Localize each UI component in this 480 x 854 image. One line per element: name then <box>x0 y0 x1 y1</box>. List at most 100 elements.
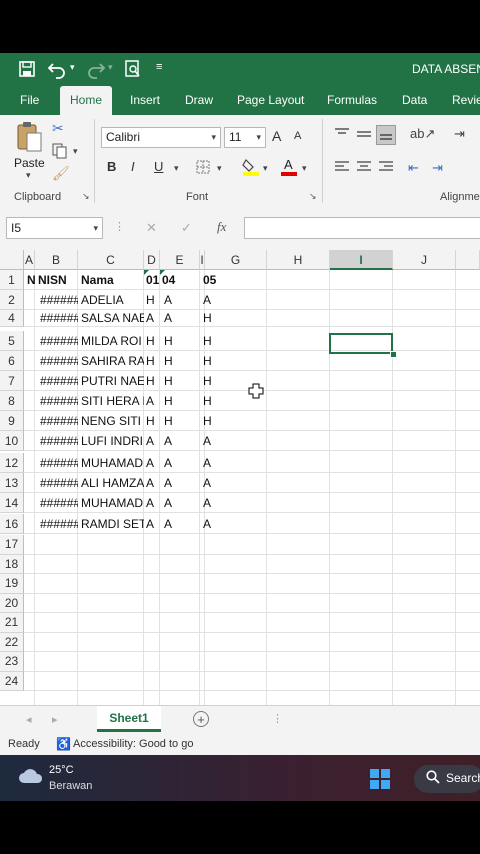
cell-day-04[interactable]: A <box>160 291 200 310</box>
chevron-down-icon[interactable]: ▾ <box>93 218 98 238</box>
font-size-combo[interactable]: 11 ▾ <box>224 127 266 148</box>
format-painter-icon[interactable]: 🖌 <box>52 165 70 182</box>
cell-day-04[interactable]: A <box>160 432 200 451</box>
column-header-g[interactable]: G <box>205 250 267 270</box>
shrink-font-icon[interactable]: A <box>294 130 301 142</box>
tab-data[interactable]: Data <box>402 86 427 115</box>
tab-formulas[interactable]: Formulas <box>327 86 377 115</box>
tab-page-layout[interactable]: Page Layout <box>237 86 304 115</box>
align-left-icon[interactable] <box>334 160 350 174</box>
sheet-options-icon[interactable]: ⋮ <box>272 712 283 725</box>
next-sheet-icon[interactable]: ▸ <box>52 713 58 726</box>
align-center-icon[interactable] <box>356 160 372 174</box>
tab-review[interactable]: Revie <box>452 86 480 115</box>
wrap-text-icon[interactable]: ⇥ <box>454 126 465 142</box>
cell-day-04[interactable]: A <box>160 311 200 327</box>
cell-nisn[interactable]: ###### <box>35 291 78 310</box>
weather-temp[interactable]: 25°C <box>49 764 74 776</box>
row-header[interactable]: 18 <box>0 554 24 574</box>
cell-nisn[interactable]: ###### <box>35 432 78 451</box>
cell-nisn[interactable]: ###### <box>35 352 78 371</box>
redo-icon[interactable] <box>86 59 106 79</box>
taskbar-search-box[interactable]: Search <box>414 765 480 793</box>
save-icon[interactable] <box>18 60 36 78</box>
underline-button[interactable]: U <box>154 159 163 174</box>
cell-nisn[interactable]: ###### <box>35 412 78 431</box>
enter-entry-icon[interactable]: ✓ <box>181 220 192 236</box>
decrease-indent-icon[interactable]: ⇤ <box>408 160 419 176</box>
prev-sheet-icon[interactable]: ◂ <box>26 713 32 726</box>
grow-font-icon[interactable]: A <box>272 128 281 144</box>
tab-draw[interactable]: Draw <box>185 86 213 115</box>
tab-home[interactable]: Home <box>60 86 113 115</box>
font-launcher-icon[interactable]: ↘ <box>309 191 317 202</box>
cell-nisn[interactable]: ###### <box>35 494 78 513</box>
insert-function-icon[interactable]: fx <box>217 219 226 235</box>
row-header[interactable]: 10 <box>0 431 24 451</box>
cell-day-05[interactable]: A <box>200 474 260 493</box>
cell-day-05[interactable]: A <box>200 291 260 310</box>
row-header[interactable]: 13 <box>0 473 24 493</box>
cell-day-04[interactable]: H <box>160 412 200 431</box>
column-header-i[interactable]: I <box>330 250 393 270</box>
cell-day-01[interactable]: H <box>144 372 160 391</box>
cell-day-01[interactable]: A <box>144 311 160 327</box>
header-day-04[interactable]: 04 <box>160 271 200 289</box>
weather-desc[interactable]: Berawan <box>49 780 92 792</box>
row-header[interactable]: 5 <box>0 331 24 351</box>
cancel-entry-icon[interactable]: ✕ <box>146 220 157 236</box>
column-header-d[interactable]: D <box>144 250 160 270</box>
row-header[interactable]: 16 <box>0 514 24 534</box>
cell-nama[interactable]: SITI HERA I <box>78 392 144 411</box>
column-header-j[interactable]: J <box>393 250 456 270</box>
italic-button[interactable]: I <box>131 159 135 174</box>
bold-button[interactable]: B <box>107 159 116 174</box>
accessibility-status[interactable]: Accessibility: Good to go <box>73 738 193 750</box>
cell-day-01[interactable]: A <box>144 515 160 534</box>
column-header-c[interactable]: C <box>78 250 144 270</box>
customize-toolbar-icon[interactable]: ≡ <box>156 61 162 73</box>
chevron-down-icon[interactable]: ▾ <box>256 128 261 146</box>
row-header[interactable]: 24 <box>0 671 24 691</box>
header-no[interactable]: N <box>24 271 35 289</box>
align-middle-icon[interactable] <box>356 127 372 141</box>
borders-dropdown-icon[interactable]: ▾ <box>217 163 222 174</box>
cell-nama[interactable]: ALI HAMZA <box>78 474 144 493</box>
cell-day-05[interactable]: A <box>200 515 260 534</box>
cell-day-05[interactable]: A <box>200 494 260 513</box>
cell-day-04[interactable]: H <box>160 372 200 391</box>
row-header[interactable]: 19 <box>0 574 24 594</box>
cell-day-05[interactable]: A <box>200 432 260 451</box>
cell-day-01[interactable]: A <box>144 392 160 411</box>
cell-day-04[interactable]: H <box>160 332 200 351</box>
align-right-icon[interactable] <box>378 160 394 174</box>
cell-nama[interactable]: RAMDI SET <box>78 515 144 534</box>
column-header-h[interactable]: H <box>267 250 330 270</box>
borders-icon[interactable] <box>196 160 210 174</box>
cell-day-04[interactable]: A <box>160 515 200 534</box>
cell-nama[interactable]: MUHAMAD <box>78 494 144 513</box>
cell-nisn[interactable]: ###### <box>35 392 78 411</box>
row-header[interactable]: 2 <box>0 290 24 310</box>
accessibility-icon[interactable]: ♿ <box>56 737 71 751</box>
cell-nisn[interactable]: ###### <box>35 372 78 391</box>
cell-day-05[interactable]: H <box>200 412 260 431</box>
tab-file[interactable]: File <box>20 86 39 115</box>
name-box[interactable]: I5 ▾ <box>6 217 103 239</box>
cell-nama[interactable]: ADELIA <box>78 291 144 310</box>
cell-nama[interactable]: SAHIRA RA <box>78 352 144 371</box>
cell-nisn[interactable]: ###### <box>35 311 78 327</box>
font-color-dropdown-icon[interactable]: ▾ <box>302 163 307 174</box>
row-header[interactable]: 6 <box>0 351 24 371</box>
cell-nama[interactable]: SALSA NAE <box>78 311 144 327</box>
sheet-tab-sheet1[interactable]: Sheet1 <box>97 706 161 732</box>
cell-day-05[interactable]: H <box>200 311 260 327</box>
windows-start-icon[interactable] <box>369 768 391 790</box>
column-header-b[interactable]: B <box>35 250 78 270</box>
cell-day-01[interactable]: H <box>144 412 160 431</box>
cloud-icon[interactable] <box>18 767 44 785</box>
cell-day-01[interactable]: H <box>144 291 160 310</box>
formula-input[interactable] <box>244 217 480 239</box>
cell-day-01[interactable]: A <box>144 454 160 473</box>
row-header[interactable]: 20 <box>0 593 24 613</box>
